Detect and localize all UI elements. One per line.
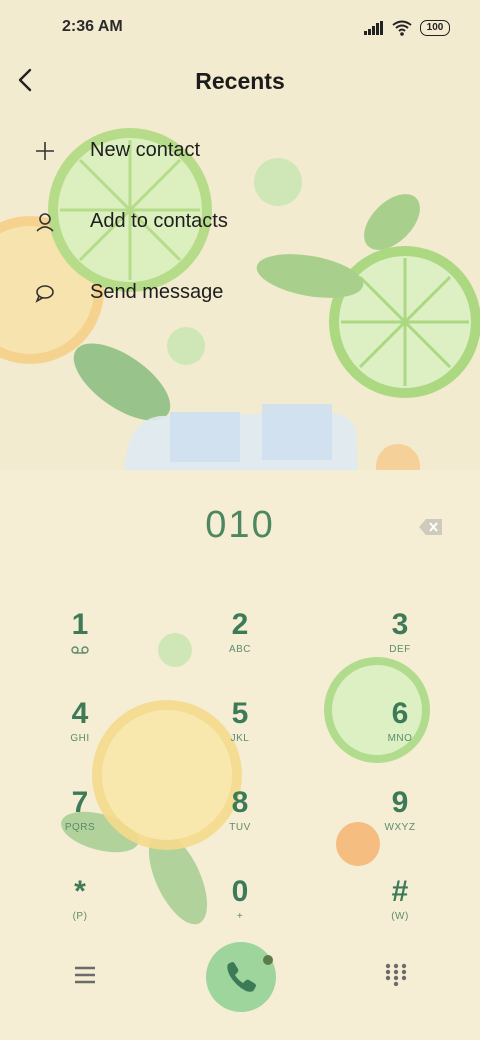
wallpaper-top: 2:36 AM 100 Recents New contact Add to c…	[0, 0, 480, 470]
key-6-digit: 6	[391, 697, 409, 730]
key-8-letters: TUV	[229, 822, 251, 833]
key-2-digit: 2	[231, 608, 249, 641]
voicemail-icon	[71, 646, 89, 654]
key-2-letters: ABC	[228, 644, 252, 655]
key-hash-digit: #	[391, 875, 409, 908]
chat-bubble-icon	[35, 285, 54, 303]
key-3-letters: DEF	[389, 644, 411, 655]
key-9[interactable]: 9 WXYZ	[340, 782, 460, 862]
key-6[interactable]: 6 MNO	[340, 693, 460, 773]
dialed-number: 010	[205, 504, 275, 546]
bottom-bar	[0, 930, 480, 1040]
call-button[interactable]	[206, 942, 276, 1012]
key-4-digit: 4	[71, 697, 89, 730]
key-3[interactable]: 3 DEF	[340, 604, 460, 684]
key-0-letters: +	[236, 911, 244, 922]
key-star-letters: (P)	[72, 911, 88, 922]
person-icon	[36, 213, 54, 232]
header: Recents	[0, 56, 480, 108]
battery-indicator: 100	[420, 20, 450, 36]
plus-icon	[36, 142, 54, 160]
add-to-contacts-item[interactable]: Add to contacts	[0, 195, 480, 251]
key-3-digit: 3	[391, 608, 409, 641]
send-message-label: Send message	[90, 281, 224, 303]
new-contact-item[interactable]: New contact	[0, 124, 480, 180]
key-8-digit: 8	[231, 786, 249, 819]
key-4[interactable]: 4 GHI	[20, 693, 140, 773]
key-5-letters: JKL	[230, 733, 250, 744]
status-bar: 2:36 AM 100	[0, 0, 480, 56]
key-5[interactable]: 5 JKL	[180, 693, 300, 773]
key-5-digit: 5	[231, 697, 249, 730]
key-6-letters: MNO	[387, 733, 413, 744]
key-9-letters: WXYZ	[384, 822, 416, 833]
key-0-digit: 0	[231, 875, 249, 908]
backspace-icon[interactable]	[418, 516, 444, 538]
phone-icon	[227, 955, 273, 992]
dialpad-grid-icon[interactable]	[384, 962, 408, 986]
key-8[interactable]: 8 TUV	[180, 782, 300, 862]
status-time: 2:36 AM	[62, 18, 123, 35]
key-7[interactable]: 7 PQRS	[20, 782, 140, 862]
key-4-letters: GHI	[70, 733, 90, 744]
key-1[interactable]: 1	[20, 604, 140, 684]
send-message-item[interactable]: Send message	[0, 266, 480, 322]
add-to-contacts-label: Add to contacts	[90, 210, 228, 232]
key-7-digit: 7	[71, 786, 89, 819]
key-star-digit: *	[74, 875, 86, 908]
page-title: Recents	[195, 68, 285, 94]
new-contact-label: New contact	[90, 139, 201, 161]
key-1-digit: 1	[71, 608, 89, 641]
signal-icon	[364, 21, 383, 35]
menu-icon[interactable]	[70, 962, 100, 988]
key-9-digit: 9	[391, 786, 409, 819]
key-hash-letters: (W)	[391, 911, 409, 922]
key-7-letters: PQRS	[64, 822, 96, 833]
status-icons: 100	[364, 18, 450, 38]
wifi-icon	[392, 20, 412, 36]
key-2[interactable]: 2 ABC	[180, 604, 300, 684]
